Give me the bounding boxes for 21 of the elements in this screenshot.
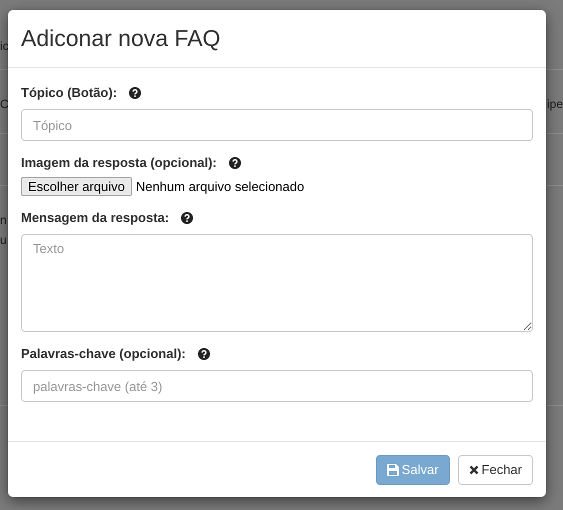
background-text: C	[0, 96, 9, 113]
file-status-text: Nenhum arquivo selecionado	[136, 179, 304, 194]
field-label: Imagem da resposta (opcional):	[21, 155, 217, 170]
help-icon	[228, 156, 241, 168]
close-icon	[468, 464, 479, 474]
background-text: ipe	[546, 96, 563, 113]
input-field[interactable]: palavras-chave (até 3)	[21, 370, 533, 402]
input-field[interactable]: Tópico	[21, 109, 533, 141]
field-label: Mensagem da resposta:	[21, 210, 170, 225]
field-label: Tópico (Botão):	[21, 85, 118, 100]
background-text: u	[0, 232, 7, 249]
close-button[interactable]: Fechar	[458, 454, 533, 484]
choose-file-button[interactable]: Escolher arquivo	[21, 177, 132, 196]
help-icon	[198, 348, 210, 360]
background-text: ic	[0, 38, 9, 55]
help-icon	[181, 212, 194, 224]
background-text: n	[0, 212, 7, 229]
field-label: Palavras-chave (opcional):	[21, 346, 186, 361]
modal-title: Adiconar nova FAQ	[21, 25, 220, 52]
message-textarea[interactable]: Texto	[21, 234, 533, 332]
help-icon	[129, 86, 142, 98]
